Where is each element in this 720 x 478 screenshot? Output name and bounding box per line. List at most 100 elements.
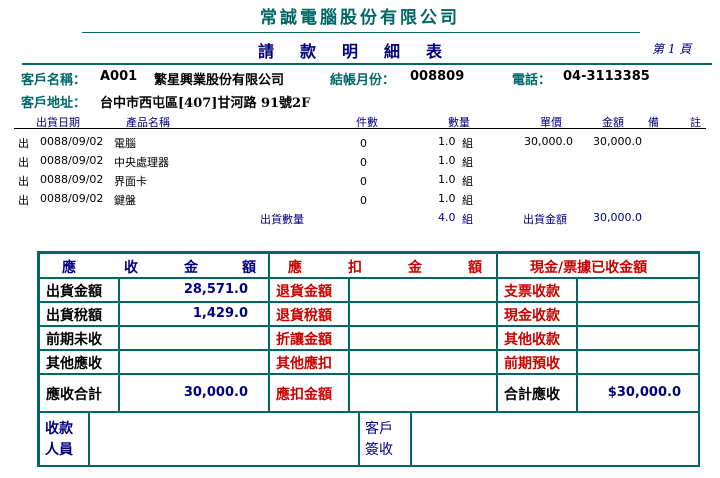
deduction-value-cell (349, 278, 497, 302)
collector-signature-cell (89, 412, 359, 467)
page-number: 第 1 頁 (652, 42, 692, 56)
row-date: 0088/09/02 (40, 192, 104, 205)
deduction-label: 退貨金額 (276, 284, 332, 300)
received-total-value-cell: $30,000.0 (577, 374, 700, 412)
received-label-cell: 現金收款 (497, 302, 577, 326)
receivable-label-cell: 出貨金額 (39, 278, 119, 302)
signer-label-1: 客戶 (365, 421, 393, 437)
received-label-cell: 前期預收 (497, 350, 577, 374)
receivable-header-char: 金 (184, 260, 198, 276)
total-qty-label: 出貨數量 (260, 213, 304, 226)
collector-label-1: 收款 (45, 421, 73, 437)
deduction-header-char: 額 (468, 260, 482, 276)
row-unit: 組 (462, 156, 473, 169)
customer-code: A001 (100, 69, 138, 84)
row-amount: 30,000.0 (593, 135, 642, 148)
deduction-label-cell: 退貨稅額 (269, 302, 349, 326)
address-label: 客戶地址： (21, 96, 87, 111)
deduction-header-char: 應 (288, 260, 302, 276)
received-label-cell: 其他收款 (497, 326, 577, 350)
row-date: 0088/09/02 (40, 154, 104, 167)
row-product: 電腦 (114, 137, 136, 150)
receivable-label: 出貨稅額 (46, 308, 102, 324)
deduction-total-value-cell (349, 374, 497, 412)
row-type: 出 (18, 194, 29, 207)
deduction-header-char: 金 (408, 260, 422, 276)
row-qty: 1.0 (438, 192, 456, 205)
row-type: 出 (18, 175, 29, 188)
phone-label: 電話： (512, 73, 552, 88)
row-product: 鍵盤 (114, 194, 136, 207)
received-value-cell (577, 326, 700, 350)
receivable-total-value: 30,000.0 (183, 385, 248, 400)
row-price: 30,000.0 (524, 135, 573, 148)
deduction-total-label: 應扣金額 (276, 387, 332, 403)
collector-label-cell: 收款 人員 (39, 412, 89, 467)
received-header-label: 現金/票據已收金額 (530, 260, 648, 276)
received-total-label-cell: 合計應收 (497, 374, 577, 412)
signer-signature-cell (411, 412, 700, 467)
deduction-label-cell: 退貨金額 (269, 278, 349, 302)
receivable-header: 應 收 金 額 (39, 253, 269, 278)
deduction-total-label-cell: 應扣金額 (269, 374, 349, 412)
row-pieces: 0 (360, 194, 367, 207)
receivable-value-cell: 28,571.0 (119, 278, 269, 302)
row-unit: 組 (462, 175, 473, 188)
row-pieces: 0 (360, 175, 367, 188)
summary-box: 應 收 金 額 應 扣 金 額 現金/票據已收金額 出貨金額 28,571.0 … (37, 251, 700, 467)
column-divider (14, 128, 706, 129)
received-total-value: $30,000.0 (607, 385, 681, 400)
receivable-total-label: 應收合計 (46, 387, 102, 403)
receivable-label: 其他應收 (46, 356, 102, 372)
row-unit: 組 (462, 137, 473, 150)
total-amount-label: 出貨金額 (523, 213, 567, 226)
receivable-header-char: 收 (124, 260, 138, 276)
received-label: 前期預收 (504, 356, 560, 372)
received-value-cell (577, 350, 700, 374)
received-label-cell: 支票收款 (497, 278, 577, 302)
row-pieces: 0 (360, 156, 367, 169)
deduction-label: 退貨稅額 (276, 308, 332, 324)
title-divider (82, 32, 640, 33)
receivable-value-cell (119, 350, 269, 374)
row-date: 0088/09/02 (40, 173, 104, 186)
row-unit: 組 (462, 194, 473, 207)
received-header: 現金/票據已收金額 (497, 253, 700, 278)
receivable-value: 28,571.0 (183, 282, 248, 297)
deduction-value-cell (349, 350, 497, 374)
deduction-label-cell: 其他應扣 (269, 350, 349, 374)
deduction-label-cell: 折讓金額 (269, 326, 349, 350)
receivable-value-cell (119, 326, 269, 350)
receivable-label-cell: 其他應收 (39, 350, 119, 374)
total-amount: 30,000.0 (593, 211, 642, 224)
receivable-label-cell: 出貨稅額 (39, 302, 119, 326)
row-type: 出 (18, 156, 29, 169)
collector-label-2: 人員 (45, 442, 73, 458)
receivable-label: 出貨金額 (46, 284, 102, 300)
row-qty: 1.0 (438, 154, 456, 167)
received-label: 現金收款 (504, 308, 560, 324)
receivable-header-char: 應 (62, 260, 76, 276)
deduction-header-char: 扣 (348, 260, 362, 276)
total-unit: 組 (462, 213, 473, 226)
received-value-cell (577, 278, 700, 302)
customer-address: 台中市西屯區[407]甘河路 91號2F (100, 96, 311, 111)
customer-name-label: 客戶名稱： (21, 73, 87, 88)
received-label: 其他收款 (504, 332, 560, 348)
document-title: 請款明細表 (258, 42, 469, 61)
customer-name: 繁星興業股份有限公司 (154, 73, 285, 88)
row-product: 界面卡 (114, 175, 147, 188)
header-divider (22, 63, 712, 65)
row-product: 中央處理器 (114, 156, 169, 169)
receivable-value: 1,429.0 (192, 306, 248, 321)
receivable-total-label-cell: 應收合計 (39, 374, 119, 412)
row-pieces: 0 (360, 137, 367, 150)
billing-period: 008809 (410, 69, 465, 84)
period-label: 結帳月份： (330, 73, 396, 88)
row-type: 出 (18, 137, 29, 150)
total-qty: 4.0 (438, 211, 456, 224)
phone-number: 04-3113385 (563, 69, 650, 84)
signer-label-cell: 客戶 簽收 (359, 412, 411, 467)
row-qty: 1.0 (438, 135, 456, 148)
receivable-label-cell: 前期未收 (39, 326, 119, 350)
